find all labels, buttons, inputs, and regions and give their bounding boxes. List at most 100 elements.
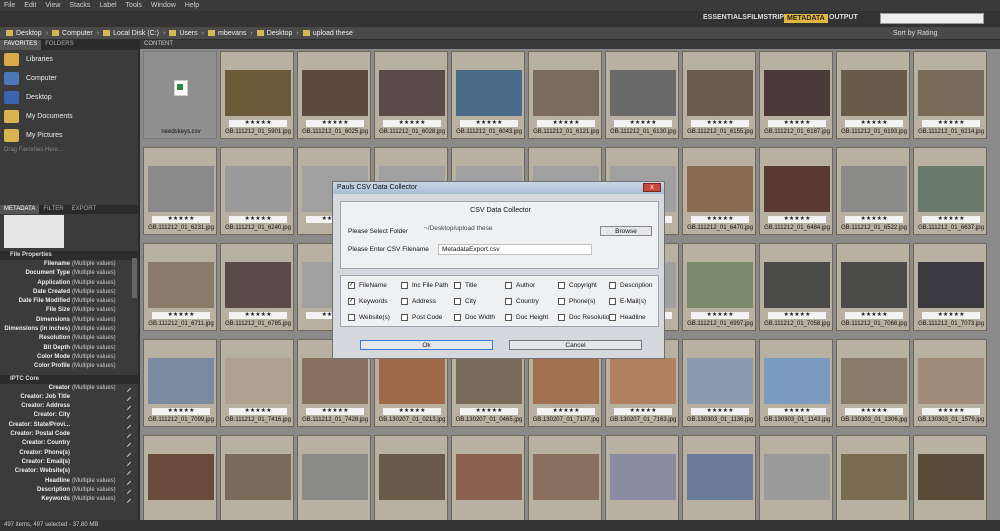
pencil-icon[interactable] <box>123 440 132 448</box>
pencil-icon[interactable] <box>123 477 132 485</box>
sort-dropdown[interactable]: Sort by Rating <box>893 30 937 37</box>
menu-item-view[interactable]: View <box>45 2 60 9</box>
workspace-essentials[interactable]: ESSENTIALS <box>703 14 747 21</box>
thumbnail-cell[interactable]: ★★★★★ GB.111212_01_6637.jpg <box>913 147 987 235</box>
metadata-value[interactable]: (Multiple values) <box>72 344 116 353</box>
thumbnail-cell[interactable]: ★★★★★ GB.111212_01_7073.jpg <box>913 243 987 331</box>
workspace-output[interactable]: OUTPUT <box>829 14 858 21</box>
close-button[interactable]: x <box>643 183 661 192</box>
pencil-icon[interactable] <box>123 403 132 411</box>
thumbnail-cell[interactable] <box>913 435 987 523</box>
checkbox-e-mail-s-[interactable]: E-Mail(s) <box>609 298 646 305</box>
checkbox-box[interactable] <box>401 314 408 321</box>
thumbnail-cell[interactable] <box>451 435 525 523</box>
thumbnail-cell[interactable]: ★★★★★ GB.111212_01_6484.jpg <box>759 147 833 235</box>
rating-stars[interactable]: ★★★★★ <box>614 120 672 127</box>
rating-stars[interactable]: ★★★★★ <box>845 408 903 415</box>
checkbox-box[interactable] <box>558 298 565 305</box>
thumbnail-cell[interactable]: ★★★★★ GB.111212_01_5901.jpg <box>220 51 294 139</box>
thumbnail-cell[interactable] <box>528 435 602 523</box>
thumbnail-cell[interactable]: ★★★★★ GB.111212_01_6028.jpg <box>374 51 448 139</box>
thumbnail-cell[interactable]: ★★★★★ GB.111212_01_7058.jpg <box>759 243 833 331</box>
metadata-value[interactable]: (Multiple values) <box>72 362 116 371</box>
rating-stars[interactable]: ★★★★★ <box>922 408 980 415</box>
checkbox-box[interactable] <box>609 282 616 289</box>
pencil-icon[interactable] <box>123 393 132 401</box>
pencil-icon[interactable] <box>123 468 132 476</box>
rating-stars[interactable]: ★★★★★ <box>768 120 826 127</box>
metadata-value[interactable]: (Multiple values) <box>72 297 116 306</box>
pencil-icon[interactable] <box>123 486 132 494</box>
tab-metadata[interactable]: METADATA <box>0 205 40 214</box>
menu-item-stacks[interactable]: Stacks <box>69 2 90 9</box>
breadcrumb-item[interactable]: Desktop › <box>6 30 48 37</box>
checkbox-inc-file-path[interactable]: Inc File Path <box>401 282 448 289</box>
rating-stars[interactable]: ★★★★★ <box>691 312 749 319</box>
thumbnail-cell[interactable]: ★★★★★ GB.130303_01_1306.jpg <box>836 339 910 427</box>
rating-stars[interactable]: ★★★★★ <box>152 408 210 415</box>
rating-stars[interactable]: ★★★★★ <box>845 120 903 127</box>
breadcrumb-item[interactable]: Desktop › <box>256 30 299 37</box>
pencil-icon[interactable] <box>123 496 132 504</box>
checkbox-filename[interactable]: ✓ FileName <box>348 282 387 289</box>
thumbnail-cell[interactable]: ★★★★★ GB.111212_01_6187.jpg <box>759 51 833 139</box>
thumbnail-cell[interactable]: ★★★★★ GB.111212_01_6043.jpg <box>451 51 525 139</box>
thumbnail-cell[interactable]: ★★★★★ GB.111212_01_7416.jpg <box>220 339 294 427</box>
thumbnail-cell[interactable]: ★★★★★ GB.111212_01_6231.jpg <box>143 147 217 235</box>
search-input[interactable] <box>880 13 984 24</box>
thumbnail-cell[interactable]: ★★★★★ GB.111212_01_6214.jpg <box>913 51 987 139</box>
rating-stars[interactable]: ★★★★★ <box>614 408 672 415</box>
thumbnail-cell[interactable]: needskeys.csv <box>143 51 217 139</box>
thumbnail-cell[interactable]: ★★★★★ GB.111212_01_6522.jpg <box>836 147 910 235</box>
tab-favorites[interactable]: FAVORITES <box>0 40 42 50</box>
breadcrumb-item[interactable]: mbevans › <box>207 30 253 37</box>
rating-stars[interactable]: ★★★★★ <box>383 120 441 127</box>
metadata-value[interactable]: (Multiple values) <box>72 279 116 288</box>
rating-stars[interactable]: ★★★★★ <box>152 216 210 223</box>
checkbox-box[interactable] <box>505 314 512 321</box>
checkbox-box[interactable] <box>505 298 512 305</box>
ok-button[interactable]: Ok <box>360 340 493 350</box>
rating-stars[interactable]: ★★★★★ <box>922 120 980 127</box>
thumbnail-cell[interactable]: ★★★★★ GB.111212_01_6785.jpg <box>220 243 294 331</box>
menu-item-file[interactable]: File <box>4 2 15 9</box>
breadcrumb-item[interactable]: Users › <box>169 30 204 37</box>
menu-item-tools[interactable]: Tools <box>126 2 142 9</box>
rating-stars[interactable]: ★★★★★ <box>691 408 749 415</box>
checkbox-box[interactable] <box>558 314 565 321</box>
file-properties-header[interactable]: File Properties <box>0 251 138 260</box>
thumbnail-cell[interactable]: ★★★★★ GB.111212_01_6025.jpg <box>297 51 371 139</box>
checkbox-copyright[interactable]: Copyright <box>558 282 597 289</box>
rating-stars[interactable]: ★★★★★ <box>229 216 287 223</box>
checkbox-headline[interactable]: Headline <box>609 314 646 321</box>
browse-button[interactable]: Browse <box>600 226 652 236</box>
thumbnail-cell[interactable] <box>759 435 833 523</box>
checkbox-author[interactable]: Author <box>505 282 535 289</box>
checkbox-address[interactable]: Address <box>401 298 436 305</box>
rating-stars[interactable]: ★★★★★ <box>845 216 903 223</box>
thumbnail-cell[interactable]: ★★★★★ GB.111212_01_7068.jpg <box>836 243 910 331</box>
metadata-scrollbar[interactable] <box>132 258 137 298</box>
checkbox-keywords[interactable]: ✓ Keywords <box>348 298 388 305</box>
rating-stars[interactable]: ★★★★★ <box>229 408 287 415</box>
breadcrumb-item[interactable]: Local Disk (C:) › <box>103 30 165 37</box>
cancel-button[interactable]: Cancel <box>509 340 642 350</box>
checkbox-doc-resolution[interactable]: Doc Resolution <box>558 314 613 321</box>
rating-stars[interactable]: ★★★★★ <box>537 120 595 127</box>
rating-stars[interactable]: ★★★★★ <box>537 408 595 415</box>
metadata-value[interactable]: (Multiple values) <box>72 316 116 325</box>
metadata-value[interactable]: (Multiple values) <box>72 334 116 343</box>
pencil-icon[interactable] <box>123 431 132 439</box>
pencil-icon[interactable] <box>123 384 132 392</box>
metadata-value[interactable]: (Multiple values) <box>72 288 116 297</box>
rating-stars[interactable]: ★★★★★ <box>768 216 826 223</box>
thumbnail-cell[interactable] <box>220 435 294 523</box>
pencil-icon[interactable] <box>123 458 132 466</box>
rating-stars[interactable]: ★★★★★ <box>845 312 903 319</box>
thumbnail-cell[interactable]: ★★★★★ GB.111212_01_6470.jpg <box>682 147 756 235</box>
checkbox-box[interactable] <box>348 314 355 321</box>
thumbnail-cell[interactable] <box>374 435 448 523</box>
checkbox-city[interactable]: City <box>454 298 476 305</box>
checkbox-description[interactable]: Description <box>609 282 653 289</box>
thumbnail-cell[interactable]: ★★★★★ GB.111212_01_6155.jpg <box>682 51 756 139</box>
